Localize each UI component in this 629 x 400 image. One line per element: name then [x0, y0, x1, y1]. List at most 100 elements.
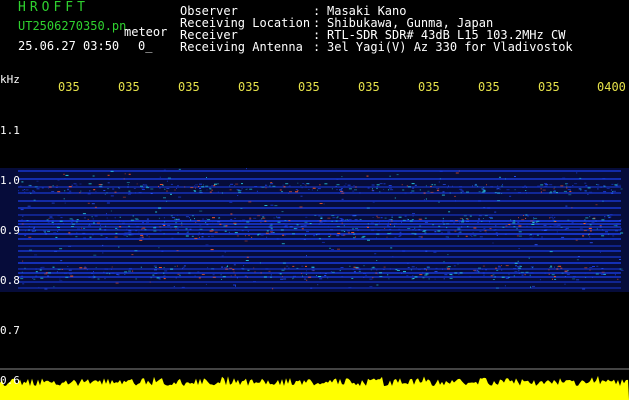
signal-speckle-dot: [556, 268, 559, 270]
signal-speckle-dot: [118, 220, 120, 222]
signal-speckle-dot: [567, 189, 571, 191]
signal-speckle-dot: [142, 227, 146, 229]
signal-speckle-dot: [135, 278, 137, 280]
signal-speckle-dot: [602, 229, 604, 231]
signal-speckle-dot: [557, 224, 561, 226]
signal-speckle-dot: [316, 234, 318, 236]
signal-speckle-dot: [92, 234, 94, 236]
signal-speckle-dot: [317, 233, 321, 235]
signal-speckle-dot: [123, 178, 125, 180]
signal-speckle-dot: [347, 219, 349, 221]
signal-speckle-dot: [513, 268, 517, 269]
signal-speckle-dot: [584, 182, 587, 184]
signal-speckle-dot: [178, 168, 181, 170]
signal-speckle-dot: [529, 274, 531, 276]
signal-speckle-dot: [609, 214, 613, 216]
signal-speckle-dot: [282, 184, 285, 186]
signal-speckle-dot: [47, 272, 51, 274]
signal-speckle-dot: [236, 189, 240, 191]
signal-speckle-dot: [311, 266, 315, 268]
signal-speckle-dot: [274, 205, 278, 207]
signal-speckle-dot: [393, 222, 397, 224]
signal-speckle-dot: [91, 203, 95, 205]
signal-speckle-dot: [339, 192, 341, 194]
signal-speckle-dot: [539, 279, 541, 281]
signal-speckle-dot: [424, 217, 427, 219]
signal-speckle-dot: [213, 185, 216, 187]
signal-speckle-dot: [556, 225, 558, 227]
signal-speckle-dot: [363, 277, 365, 278]
signal-speckle-dot: [295, 228, 298, 229]
signal-speckle-dot: [284, 225, 288, 227]
signal-speckle-dot: [495, 267, 498, 269]
signal-speckle-dot: [445, 236, 448, 238]
signal-speckle-dot: [295, 189, 298, 191]
signal-speckle-dot: [369, 286, 373, 288]
signal-speckle-dot: [35, 230, 36, 232]
signal-speckle-dot: [423, 230, 427, 231]
signal-speckle-dot: [52, 218, 54, 220]
signal-speckle-dot: [495, 225, 497, 227]
signal-speckle-dot: [177, 273, 180, 275]
signal-speckle-dot: [591, 221, 595, 223]
signal-speckle-dot: [323, 203, 325, 205]
signal-speckle-dot: [211, 189, 213, 191]
signal-speckle-dot: [336, 184, 340, 186]
signal-speckle-dot: [166, 188, 170, 189]
signal-speckle-dot: [363, 265, 365, 267]
signal-speckle-dot: [173, 286, 175, 288]
signal-speckle-dot: [394, 225, 395, 227]
signal-speckle-dot: [347, 184, 351, 186]
signal-speckle-dot: [434, 278, 436, 280]
signal-speckle-dot: [419, 274, 423, 276]
signal-speckle-dot: [87, 218, 89, 220]
signal-speckle-dot: [300, 225, 304, 227]
signal-speckle-dot: [339, 189, 342, 191]
signal-speckle-dot: [466, 191, 469, 193]
signal-speckle-dot: [323, 220, 327, 222]
signal-speckle-dot: [580, 223, 582, 225]
signal-speckle-dot: [35, 268, 37, 270]
signal-speckle-dot: [604, 216, 606, 217]
signal-speckle-dot: [536, 220, 540, 222]
signal-speckle-dot: [409, 220, 413, 222]
signal-speckle-dot: [176, 250, 179, 252]
signal-speckle-dot: [219, 217, 220, 218]
signal-speckle-dot: [92, 276, 95, 277]
signal-speckle-dot: [47, 230, 51, 232]
signal-speckle-dot: [124, 232, 128, 234]
signal-speckle-dot: [589, 230, 592, 232]
signal-speckle-dot: [517, 260, 519, 262]
signal-speckle-dot: [230, 213, 233, 215]
signal-speckle-dot: [411, 219, 414, 220]
signal-speckle-dot: [88, 183, 92, 185]
signal-speckle-dot: [260, 221, 262, 223]
signal-speckle-dot: [596, 228, 598, 230]
signal-speckle-dot: [254, 271, 256, 273]
signal-speckle-dot: [126, 228, 128, 230]
signal-speckle-dot: [213, 269, 215, 271]
signal-speckle-dot: [414, 227, 416, 229]
signal-speckle-dot: [182, 266, 185, 268]
signal-speckle-dot: [29, 191, 31, 193]
signal-speckle-dot: [330, 271, 332, 273]
signal-speckle-dot: [261, 218, 263, 220]
signal-speckle-dot: [68, 269, 72, 271]
signal-speckle-dot: [512, 222, 516, 224]
signal-speckle-dot: [268, 270, 271, 272]
signal-speckle-dot: [549, 267, 553, 268]
signal-speckle-dot: [331, 215, 335, 217]
signal-speckle-dot: [341, 198, 344, 200]
signal-speckle-dot: [224, 251, 226, 253]
signal-speckle-dot: [130, 234, 134, 236]
signal-speckle-dot: [40, 267, 42, 269]
signal-speckle-dot: [79, 183, 82, 185]
signal-speckle-dot: [253, 267, 255, 269]
signal-speckle-dot: [502, 226, 505, 228]
signal-speckle-dot: [454, 230, 457, 232]
signal-speckle-dot: [64, 202, 66, 204]
signal-speckle-dot: [613, 190, 616, 192]
signal-speckle-dot: [57, 191, 61, 193]
signal-speckle-dot: [146, 185, 148, 187]
signal-speckle-dot: [289, 226, 293, 228]
